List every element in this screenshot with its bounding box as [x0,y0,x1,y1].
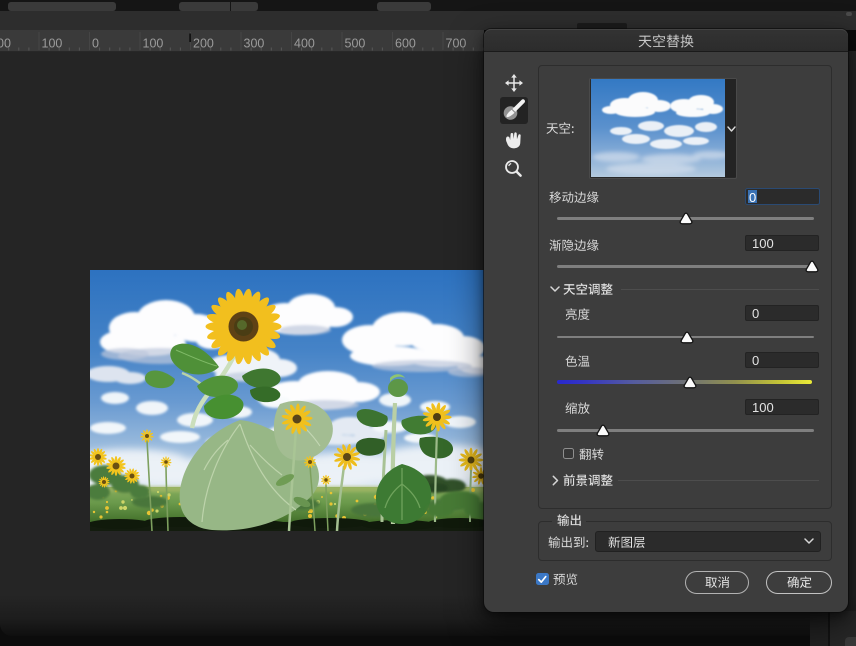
svg-text:0: 0 [92,36,99,50]
svg-text:00: 00 [0,36,11,50]
